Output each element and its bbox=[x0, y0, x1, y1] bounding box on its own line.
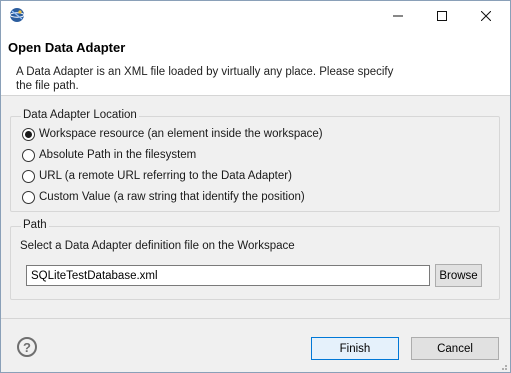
radio-workspace-resource[interactable]: Workspace resource (an element inside th… bbox=[22, 126, 323, 142]
minimize-icon bbox=[393, 15, 403, 16]
close-icon bbox=[481, 10, 491, 21]
resize-grip-icon[interactable] bbox=[498, 360, 508, 370]
radio-label: Custom Value (a raw string that identify… bbox=[39, 191, 305, 203]
location-group: Data Adapter Location Workspace resource… bbox=[10, 109, 500, 212]
dialog-description: A Data Adapter is an XML file loaded by … bbox=[16, 66, 394, 92]
dialog-window: Open Data Adapter A Data Adapter is an X… bbox=[0, 0, 511, 373]
maximize-button[interactable] bbox=[425, 1, 459, 30]
radio-button[interactable] bbox=[22, 127, 35, 141]
radio-label: Workspace resource (an element inside th… bbox=[39, 128, 323, 140]
path-group: Path Select a Data Adapter definition fi… bbox=[10, 219, 500, 300]
radio-custom-value[interactable]: Custom Value (a raw string that identify… bbox=[22, 189, 305, 205]
radio-button[interactable] bbox=[22, 169, 35, 183]
path-group-label: Path bbox=[21, 219, 49, 231]
help-icon[interactable]: ? bbox=[17, 337, 37, 357]
close-button[interactable] bbox=[469, 1, 503, 30]
eclipse-app-icon bbox=[9, 7, 25, 23]
dialog-header: Open Data Adapter A Data Adapter is an X… bbox=[1, 30, 510, 96]
location-group-label: Data Adapter Location bbox=[21, 109, 139, 121]
path-input[interactable] bbox=[26, 265, 430, 286]
dialog-title: Open Data Adapter bbox=[8, 40, 126, 55]
browse-button[interactable]: Browse bbox=[435, 264, 482, 287]
radio-label: Absolute Path in the filesystem bbox=[39, 149, 197, 161]
finish-button[interactable]: Finish bbox=[311, 337, 399, 360]
radio-button[interactable] bbox=[22, 148, 35, 162]
maximize-icon bbox=[437, 10, 447, 21]
cancel-button[interactable]: Cancel bbox=[411, 337, 499, 360]
path-hint: Select a Data Adapter definition file on… bbox=[20, 240, 295, 252]
radio-button[interactable] bbox=[22, 190, 35, 204]
minimize-button[interactable] bbox=[381, 1, 415, 30]
footer-divider bbox=[1, 318, 510, 319]
radio-label: URL (a remote URL referring to the Data … bbox=[39, 170, 292, 182]
radio-url[interactable]: URL (a remote URL referring to the Data … bbox=[22, 168, 292, 184]
radio-absolute-path[interactable]: Absolute Path in the filesystem bbox=[22, 147, 196, 163]
title-bar[interactable] bbox=[1, 1, 510, 30]
